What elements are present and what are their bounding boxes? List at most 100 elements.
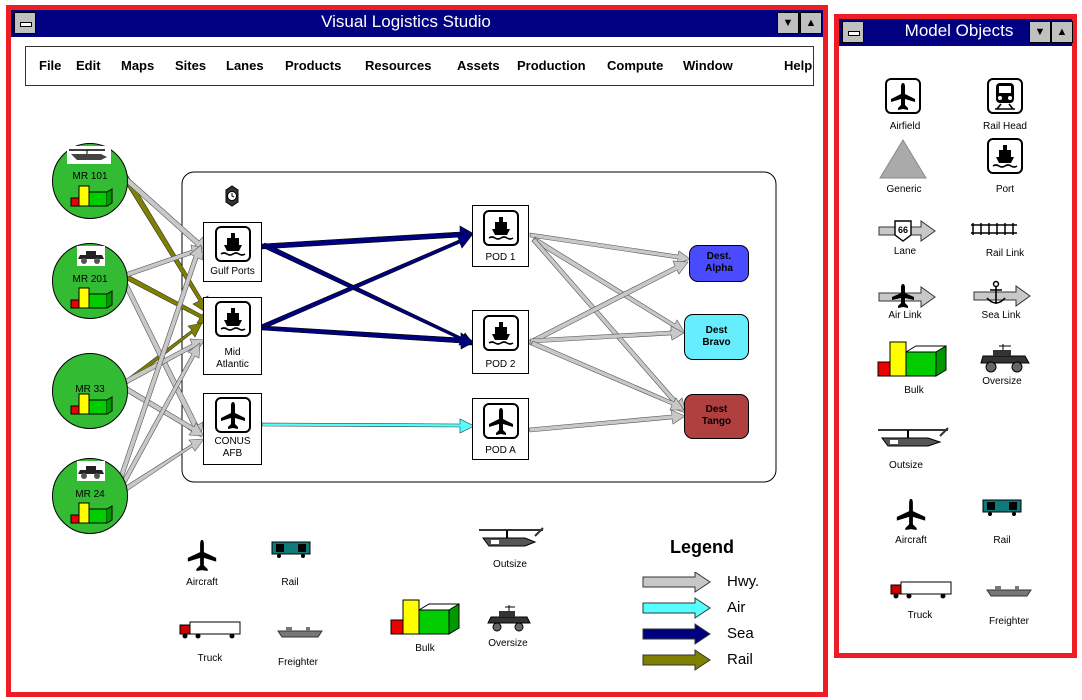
destination-bravo[interactable]: Dest Bravo (684, 314, 749, 360)
model-objects-window: Model Objects ▼ ▲ (834, 14, 1077, 658)
source-label: MR 24 (75, 489, 105, 500)
legend-label-sea: Sea (727, 625, 754, 642)
ship-icon (483, 315, 519, 351)
destination-tango[interactable]: Dest Tango (684, 394, 749, 439)
truck-icon (179, 621, 241, 639)
ship-icon (215, 301, 251, 337)
port-node-mid-atlantic[interactable]: Mid Atlantic (203, 297, 262, 375)
port-node-gulf-ports[interactable]: Gulf Ports (203, 222, 262, 282)
pod-node-pod-a[interactable]: POD A (472, 398, 529, 460)
palette-caption-outsize: Outsize (889, 460, 923, 471)
generic-triangle-icon[interactable] (878, 138, 928, 180)
source-node-mr-201[interactable]: MR 201 (52, 243, 128, 319)
legend-swatch-hwy (642, 572, 711, 593)
palette-caption-truck: Truck (907, 610, 933, 621)
air-link-icon[interactable] (877, 282, 937, 312)
palette-caption-generic: Generic (886, 184, 922, 195)
legend-arrows (642, 572, 711, 671)
airplane-icon (215, 397, 251, 433)
rail-car-icon (271, 541, 311, 558)
node-label: POD 2 (485, 359, 516, 370)
palette-caption-freighter: Freighter (988, 616, 1029, 627)
airfield-icon[interactable] (885, 78, 921, 114)
palette-caption-rail-link: Rail Link (985, 248, 1025, 259)
source-label: MR 101 (72, 171, 108, 182)
source-node-mr-33[interactable]: MR 33 (52, 353, 128, 429)
node-label: Gulf Ports (210, 266, 255, 277)
palette-titlebar[interactable]: Model Objects ▼ ▲ (839, 19, 1073, 46)
airplane-icon (483, 403, 519, 439)
palette-truck-icon[interactable] (888, 580, 954, 600)
asset-caption-aircraft: Aircraft (186, 577, 218, 588)
node-label-line2: AFB (222, 448, 243, 459)
asset-caption-bulk: Bulk (415, 643, 435, 654)
palette-caption-rail-head: Rail Head (983, 121, 1027, 132)
port-icon[interactable] (987, 138, 1023, 174)
bulk-icon (70, 502, 113, 524)
dest-label-line1: Dest. (706, 251, 732, 262)
legend-title: Legend (670, 537, 735, 557)
rail-head-icon[interactable] (987, 78, 1023, 114)
node-label-line1: CONUS (214, 436, 251, 447)
legend-swatch-air (642, 597, 711, 619)
legend-label-rail: Rail (727, 651, 753, 668)
palette-caption-air-link: Air Link (888, 310, 922, 321)
rail-link-icon[interactable] (969, 222, 1019, 236)
node-label-line1: Mid (224, 347, 241, 358)
palette-minimize-button[interactable]: ▼ (1029, 21, 1051, 43)
oversize-vehicle-icon (487, 605, 531, 632)
aircraft-icon (187, 539, 217, 572)
dest-label-line2: Tango (701, 416, 732, 427)
palette-caption-sea-link: Sea Link (981, 310, 1021, 321)
bulk-icon (70, 185, 113, 207)
dest-label-line2: Bravo (702, 337, 731, 348)
node-label: POD A (485, 445, 516, 456)
legend-swatch-rail (642, 649, 711, 671)
palette-caption-aircraft: Aircraft (895, 535, 927, 546)
node-label-line2: Atlantic (216, 359, 249, 370)
palette-maximize-button[interactable]: ▲ (1051, 21, 1073, 43)
lane-icon[interactable]: 66 (877, 218, 937, 244)
dest-label-line2: Alpha (705, 263, 733, 274)
palette-bulk-icon[interactable] (876, 340, 950, 380)
dest-label-line1: Dest (705, 325, 728, 336)
dest-label-line1: Dest (705, 404, 728, 415)
bulk-icon (390, 599, 460, 635)
palette-title: Model Objects (904, 21, 1014, 40)
legend-label-hwy: Hwy. (727, 573, 760, 590)
lane-route-badge: 66 (898, 225, 908, 235)
source-node-mr-24[interactable]: MR 24 (52, 458, 128, 534)
asset-caption-outsize: Outsize (493, 559, 527, 570)
palette-caption-port: Port (995, 184, 1015, 195)
airbase-node-conus-afb[interactable]: CONUS AFB (203, 393, 262, 465)
palette-system-menu-button[interactable] (842, 21, 864, 43)
bulk-icon (70, 393, 113, 415)
palette-caption-oversize: Oversize (982, 376, 1022, 387)
pod-node-pod-2[interactable]: POD 2 (472, 310, 529, 374)
palette-freighter-icon[interactable] (985, 584, 1033, 598)
palette-rail-icon[interactable] (981, 498, 1023, 516)
palette-caption-lane: Lane (893, 246, 917, 257)
helicopter-icon (479, 527, 544, 547)
palette-aircraft-icon[interactable] (894, 497, 928, 531)
pod-node-pod-1[interactable]: POD 1 (472, 205, 529, 267)
palette-oversize-icon[interactable] (979, 342, 1031, 374)
asset-caption-rail: Rail (281, 577, 299, 588)
source-label: MR 201 (72, 274, 108, 285)
palette-caption-bulk: Bulk (904, 385, 924, 396)
node-label: POD 1 (485, 252, 516, 263)
ship-icon (215, 226, 251, 262)
bulk-icon (70, 287, 113, 309)
source-node-mr-101[interactable]: MR 101 (52, 143, 128, 219)
freighter-icon (277, 627, 323, 638)
palette-caption-rail: Rail (993, 535, 1011, 546)
armored-vehicle-icon (77, 246, 105, 266)
destination-alpha[interactable]: Dest. Alpha (689, 245, 749, 282)
asset-caption-truck: Truck (197, 653, 223, 664)
asset-caption-freighter: Freighter (277, 657, 318, 668)
ship-icon (483, 210, 519, 246)
sea-link-icon[interactable] (972, 280, 1032, 310)
palette-caption-airfield: Airfield (889, 121, 921, 132)
clock-icon[interactable] (225, 185, 239, 207)
palette-outsize-icon[interactable] (876, 422, 954, 452)
